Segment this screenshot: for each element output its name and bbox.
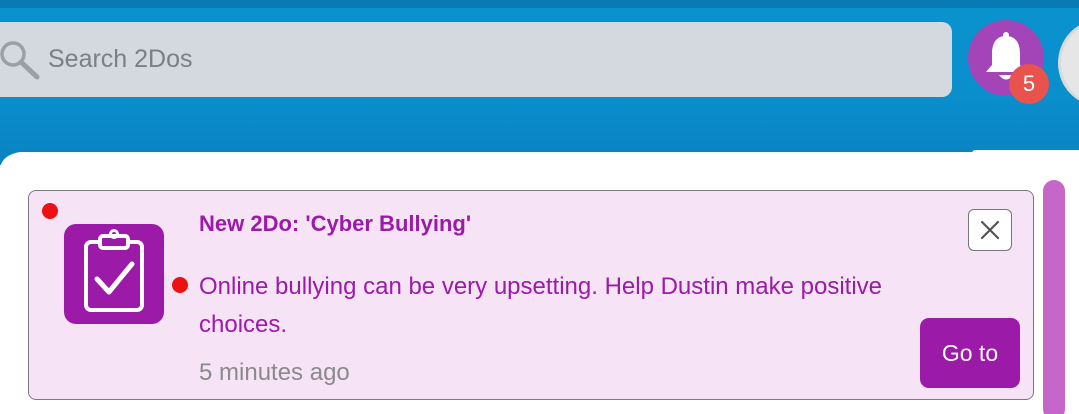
notification-timestamp: 5 minutes ago [199, 359, 350, 386]
avatar[interactable] [1058, 20, 1079, 106]
unread-indicator-dot [172, 277, 188, 293]
notification-type-tile [64, 224, 164, 324]
go-to-button[interactable]: Go to [920, 318, 1020, 388]
search-input[interactable] [48, 22, 928, 97]
notification-title: New 2Do: 'Cyber Bullying' [199, 211, 472, 236]
app-page: 5 New 2Do: 'Cyber Bullying' Online bully… [0, 0, 1079, 414]
notification-count-badge: 5 [1009, 64, 1049, 104]
search-bar[interactable] [0, 22, 952, 97]
scrollbar-thumb[interactable] [1043, 180, 1065, 414]
search-icon [0, 41, 40, 80]
dismiss-notification-button[interactable] [968, 209, 1012, 251]
notification-message: Online bullying can be very upsetting. H… [199, 273, 883, 338]
unread-indicator-dot [42, 203, 58, 219]
top-bar: 5 [0, 0, 1079, 165]
clipboard-check-icon [84, 229, 144, 312]
close-icon [980, 220, 1000, 240]
